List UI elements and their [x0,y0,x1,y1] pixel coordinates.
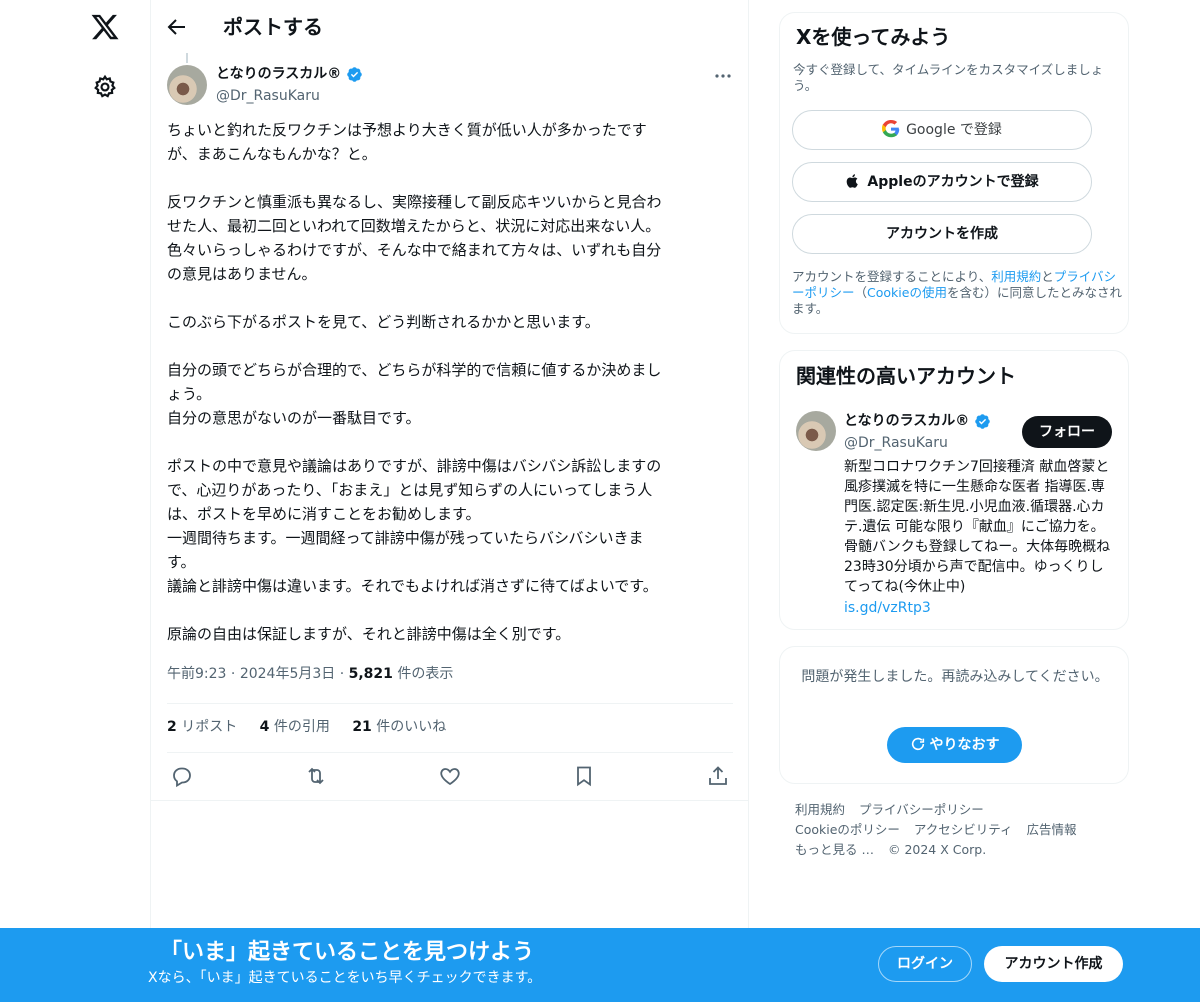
verified-badge-icon [347,67,362,82]
post-text-line: が、まあこんなもんかな？と。 [167,145,377,163]
post-text-line: 議論と誹謗中傷は違います。それでもよければ消さずに待てばよいです。 [167,577,658,595]
relevant-accounts-card: 関連性の高いアカウント となりのラスカル® @Dr_RasuKaru フォロー … [779,350,1129,630]
account-link[interactable]: is.gd/vzRtp3 [844,598,931,618]
author-name[interactable]: となりのラスカル® [216,64,341,84]
repost-icon[interactable] [304,764,328,788]
post-text-line: ょう。 [167,385,212,403]
post-text-line: 色々いらっしゃるわけですが、そんな中で絡まれて方々は、いずれも自分 [167,241,662,259]
post-meta: 午前9:23 · 2024年5月3日 · 5,821 件の表示 [167,666,454,682]
bookmark-icon[interactable] [572,764,596,788]
divider [167,752,733,753]
footer-more-link[interactable]: もっと見る … [795,842,874,857]
avatar[interactable] [796,411,836,451]
login-button[interactable]: ログイン [878,946,972,982]
post-text-line: 反ワクチンと慎重派も異なるし、実際接種して副反応キツいからと見合わ [167,193,662,211]
account-handle[interactable]: @Dr_RasuKaru [844,433,948,453]
like-icon[interactable] [438,764,462,788]
gear-icon[interactable] [92,74,118,100]
divider [151,800,749,801]
create-account-button[interactable]: アカウントを作成 [792,214,1092,254]
quotes-stat[interactable]: 4 件の引用 [260,719,330,735]
refresh-icon [911,737,924,751]
follow-button[interactable]: フォロー [1022,416,1112,448]
footer-links: 利用規約 プライバシーポリシー Cookieのポリシー アクセシビリティ 広告情… [795,800,1115,860]
author-handle[interactable]: @Dr_RasuKaru [216,86,320,106]
banner-subtitle: Xなら、「いま」起きていることをいち早くチェックできます。 [148,970,542,986]
page-header: ポストする [151,0,749,54]
back-arrow-icon[interactable] [165,15,189,39]
google-signup-button[interactable]: Google で登録 [792,110,1092,150]
reposts-stat[interactable]: 2 リポスト [167,719,237,735]
thread-line [186,53,188,63]
banner-title: 「いま」起きていることを見つけよう [160,940,535,965]
verified-badge-icon [975,414,990,429]
footer-link[interactable]: プライバシーポリシー [859,802,984,817]
page-title: ポストする [223,15,323,39]
signup-card-subtitle: 今すぐ登録して、タイムラインをカスタマイズしましょう。 [793,62,1104,93]
post-time[interactable]: 午前9:23 [167,666,226,682]
likes-stat[interactable]: 21 件のいいね [352,719,446,735]
reply-icon[interactable] [170,764,194,788]
apple-icon [847,174,859,188]
post-text-line: せた人、最初二回といわれて回数増えたからと、状況に対応出来ない人。 [167,217,661,235]
share-icon[interactable] [706,764,730,788]
post-text-line: ちょいと釣れた反ワクチンは予想より大きく質が低い人が多かったです [167,121,647,139]
post-text-line: す。 [167,553,196,571]
account-bio: 新型コロナワクチン7回接種済 献血啓蒙と風疹撲滅を特に一生懸命な医者 指導医.専… [844,459,1111,595]
post-text-line: ポストの中で意見や議論はありですが、誹謗中傷はバシバシ訴訟しますの [167,457,662,475]
signup-button[interactable]: アカウント作成 [984,946,1123,982]
footer-link[interactable]: アクセシビリティ [914,822,1013,837]
views-count: 5,821 [348,666,393,682]
post-text-line: 自分の頭でどちらが合理的で、どちらが科学的で信頼に値するか決めまし [167,361,662,379]
more-icon[interactable] [711,64,735,88]
google-icon [882,120,900,138]
post-text-line: 自分の意思がないのが一番駄目です。 [167,409,421,427]
relevant-accounts-title: 関連性の高いアカウント [796,364,1016,388]
post-stats: 2 リポスト 4 件の引用 21 件のいいね [167,716,464,738]
post-text-line: このぶら下がるポストを見て、どう判断されるかかと思います。 [167,313,600,331]
left-nav [0,0,150,1002]
account-name[interactable]: となりのラスカル® [844,411,969,431]
terms-link[interactable]: 利用規約 [991,269,1041,284]
x-logo-icon[interactable] [90,12,120,42]
error-message: 問題が発生しました。再読み込みしてください。 [801,669,1109,685]
post-text-line: 原論の自由は保証しますが、それと誹謗中傷は全く別です。 [167,625,571,643]
retry-button[interactable]: やりなおす [887,727,1022,763]
main-column: ポストする となりのラスカル® @Dr_RasuKaru ちょいと釣れた反ワクチ… [150,0,749,1002]
post-text-line: で、心辺りがあったり、「おまえ」とは見ず知らずの人にいってしまう人 [167,481,653,499]
post-text-line: の意見はありません。 [167,265,317,283]
post-text-line: 一週間待ちます。一週間経って誹謗中傷が残っていたらバシバシいきま [167,529,644,547]
footer-link[interactable]: Cookieのポリシー [795,822,900,837]
post-actions [167,762,733,792]
legal-text: アカウントを登録することにより、利用規約とプライバシーポリシー（Cookieの使… [792,269,1122,316]
signup-banner: 「いま」起きていることを見つけよう Xなら、「いま」起きていることをいち早くチェ… [0,928,1200,1002]
signup-card: Xを使ってみよう 今すぐ登録して、タイムラインをカスタマイズしましょう。 Goo… [779,12,1129,334]
post-date[interactable]: 2024年5月3日 [240,666,335,682]
post-text: ちょいと釣れた反ワクチンは予想より大きく質が低い人が多かったです が、まあこんなも… [167,118,733,646]
apple-signup-button[interactable]: Appleのアカウントで登録 [792,162,1092,202]
copyright: © 2024 X Corp. [887,842,987,857]
avatar[interactable] [167,65,207,105]
footer-link[interactable]: 利用規約 [795,802,845,817]
footer-link[interactable]: 広告情報 [1027,822,1077,837]
views-label: 件の表示 [397,666,454,682]
error-card: 問題が発生しました。再読み込みしてください。 やりなおす [779,646,1129,784]
post-text-line: は、ポストを早めに消すことをお勧めします。 [167,505,481,523]
cookie-link[interactable]: Cookieの使用 [867,285,947,300]
divider [167,703,733,704]
signup-card-title: Xを使ってみよう [796,25,951,49]
